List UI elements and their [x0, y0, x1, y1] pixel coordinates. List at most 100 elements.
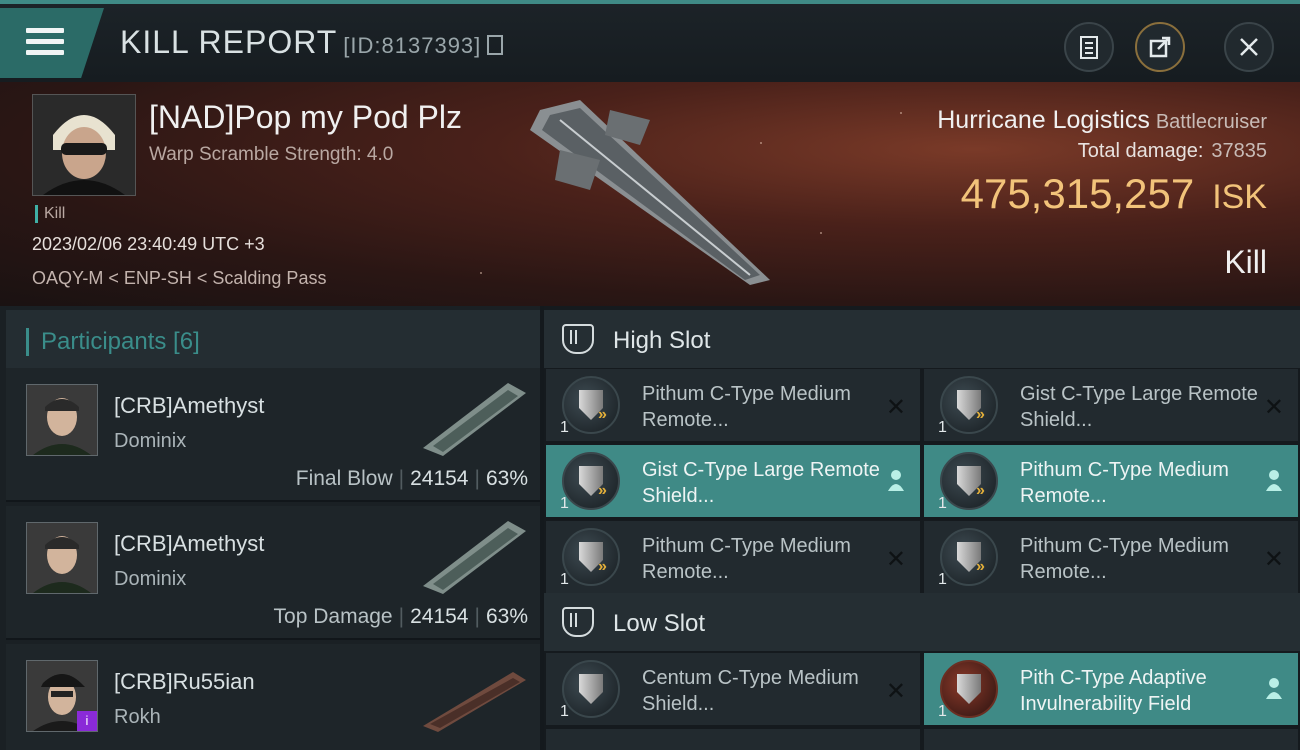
participant-avatar: [26, 522, 98, 594]
kill-location[interactable]: OAQY-M < ENP-SH < Scalding Pass: [32, 268, 326, 289]
slot-bracket-icon: [562, 607, 594, 637]
participant-name: [CRB]Amethyst: [114, 531, 265, 556]
ship-name: Hurricane Logistics: [937, 106, 1150, 134]
module-icon: »: [562, 452, 620, 510]
participants-panel: Participants [6] [CRB]Amethyst Dominix F…: [0, 306, 540, 750]
module-qty: 1: [560, 571, 569, 588]
participant-stats: Top Damage | 24154 | 63%: [273, 605, 528, 628]
participant-ship: Dominix: [114, 568, 187, 590]
module-icon: »: [940, 452, 998, 510]
share-button[interactable]: [1135, 22, 1185, 72]
module-item[interactable]: » 1 Pithum C-Type Medium Remote... ✕: [546, 521, 920, 593]
x-icon: ✕: [1263, 546, 1284, 573]
low-slot-label: Low Slot: [613, 610, 706, 637]
module-item[interactable]: » 1 Pithum C-Type Medium Remote... ✕: [924, 521, 1298, 593]
module-name: Pith C-Type Adaptive Invulnerability Fie…: [1020, 667, 1207, 715]
module-name: Pithum C-Type Medium Remote...: [642, 383, 851, 431]
module-icon: »: [562, 528, 620, 586]
module-icon: [562, 660, 620, 718]
module-item[interactable]: 1 Centum C-Type Medium Shield... ✕: [546, 653, 920, 725]
report-id: [ID:8137393]: [343, 33, 482, 58]
clipboard-button[interactable]: [1064, 22, 1114, 72]
participant-name: [CRB]Ru55ian: [114, 669, 255, 694]
person-icon: [888, 470, 904, 491]
share-icon: [1149, 36, 1171, 58]
module-icon: [940, 660, 998, 718]
ship-class: Battlecruiser: [1155, 111, 1267, 133]
participants-header[interactable]: Participants [6]: [6, 310, 540, 368]
kill-result: Kill: [1224, 244, 1267, 280]
page-title: KILL REPORT [ID:8137393]: [120, 24, 504, 61]
victim-ship-image[interactable]: [520, 90, 780, 290]
module-name: Gist C-Type Large Remote Shield...: [1020, 383, 1258, 431]
x-icon: ✕: [885, 678, 906, 705]
participant-role: Final Blow: [295, 467, 393, 490]
module-name: Centum C-Type Medium Shield...: [642, 667, 859, 715]
module-qty: 1: [560, 419, 569, 436]
module-qty: 1: [938, 571, 947, 588]
module-item[interactable]: » 1 Gist C-Type Large Remote Shield...: [546, 445, 920, 517]
module-qty: 1: [938, 419, 947, 436]
module-item[interactable]: 1 Pith C-Type Adaptive Invulnerability F…: [924, 653, 1298, 725]
x-icon: ✕: [885, 394, 906, 421]
participant-name: [CRB]Amethyst: [114, 393, 265, 418]
warp-scramble-strength: Warp Scramble Strength: 4.0: [149, 144, 394, 165]
participant-avatar: [26, 384, 98, 456]
module-name: Gist C-Type Large Remote Shield...: [642, 459, 880, 507]
module-item[interactable]: » 1 Pithum C-Type Medium Remote... ✕: [546, 369, 920, 441]
info-badge: i: [77, 711, 97, 731]
isk-unit: ISK: [1212, 178, 1267, 216]
x-icon: ✕: [1263, 394, 1284, 421]
module-name: Pithum C-Type Medium Remote...: [1020, 535, 1229, 583]
close-icon: [1240, 38, 1258, 56]
module-qty: 1: [560, 495, 569, 512]
damage-label: Total damage:: [1077, 140, 1204, 162]
module-icon: »: [562, 376, 620, 434]
participant-card[interactable]: [CRB]Amethyst Dominix Top Damage | 24154 | 6…: [6, 506, 540, 640]
isk-value: 475,315,257 ISK: [961, 170, 1267, 218]
copy-icon[interactable]: [487, 34, 504, 55]
low-slot-header: Low Slot: [544, 593, 1300, 651]
module-item-partial[interactable]: [924, 729, 1298, 750]
victim-avatar[interactable]: [32, 94, 136, 196]
isk-amount: 475,315,257: [960, 170, 1195, 217]
participant-percent: 63%: [485, 467, 528, 490]
participant-damage: 24154: [410, 467, 469, 490]
module-item[interactable]: » 1 Gist C-Type Large Remote Shield... ✕: [924, 369, 1298, 441]
x-icon: ✕: [885, 546, 906, 573]
module-name: Pithum C-Type Medium Remote...: [1020, 459, 1229, 507]
module-icon: »: [940, 528, 998, 586]
victim-name[interactable]: [NAD]Pop my Pod Plz: [149, 99, 462, 136]
participant-percent: 63%: [485, 605, 528, 628]
person-icon: [1266, 470, 1282, 491]
slot-bracket-icon: [562, 324, 594, 354]
top-bar: KILL REPORT [ID:8137393]: [0, 0, 1300, 82]
title-text: KILL REPORT: [120, 24, 338, 60]
high-slot-label: High Slot: [613, 327, 711, 354]
module-item-partial[interactable]: [546, 729, 920, 750]
participant-ship-image: [423, 521, 526, 594]
total-damage: Total damage: 37835: [1078, 140, 1267, 163]
module-item[interactable]: » 1 Pithum C-Type Medium Remote...: [924, 445, 1298, 517]
victim-banner: [NAD]Pop my Pod Plz Warp Scramble Streng…: [0, 82, 1300, 306]
person-icon: [1266, 678, 1282, 699]
clipboard-icon: [1080, 36, 1098, 59]
participant-ship: Rokh: [114, 706, 161, 728]
participant-avatar: i: [26, 660, 98, 732]
victim-ship[interactable]: Hurricane Logistics Battlecruiser: [937, 106, 1267, 135]
fitting-panel: High Slot » 1 Pithum C-Type Medium Remot…: [544, 306, 1300, 750]
participant-card[interactable]: i [CRB]Ru55ian Rokh: [6, 644, 540, 750]
menu-button[interactable]: [0, 8, 104, 78]
participant-ship-image: [423, 383, 526, 456]
module-name: Pithum C-Type Medium Remote...: [642, 535, 851, 583]
module-qty: 1: [938, 495, 947, 512]
module-icon: »: [940, 376, 998, 434]
participants-label: Participants [6]: [26, 328, 200, 356]
kill-tag: Kill: [35, 205, 65, 223]
participant-card[interactable]: [CRB]Amethyst Dominix Final Blow | 24154 | 6…: [6, 368, 540, 502]
high-slot-header: High Slot: [544, 310, 1300, 368]
participant-role: Top Damage: [273, 605, 393, 628]
hamburger-icon: [26, 28, 64, 61]
close-button[interactable]: [1224, 22, 1274, 72]
kill-time: 2023/02/06 23:40:49 UTC +3: [32, 234, 265, 254]
